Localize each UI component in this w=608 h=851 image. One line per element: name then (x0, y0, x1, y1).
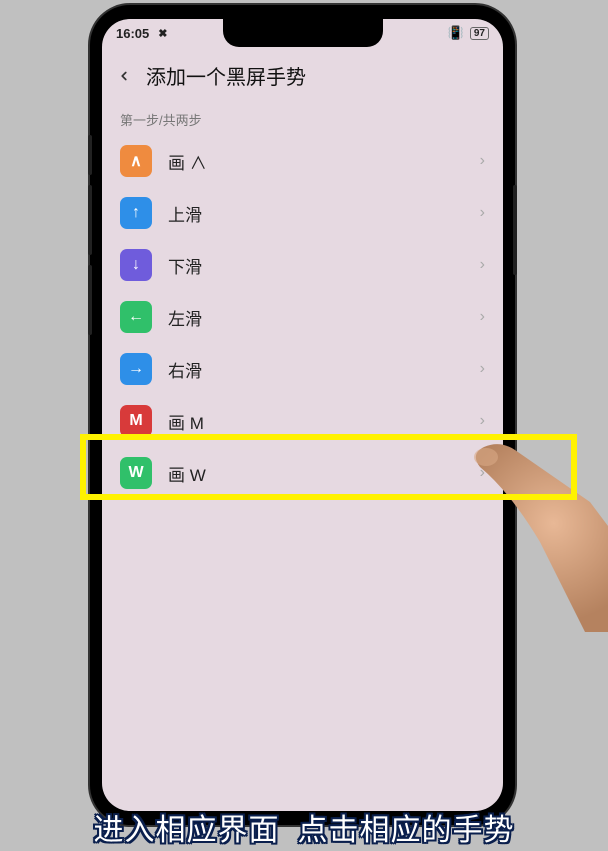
power-button (513, 185, 517, 275)
list-item-label: 下滑 (168, 253, 480, 278)
back-button[interactable] (114, 66, 134, 86)
list-item-label: 画 M (168, 409, 480, 434)
chevron-right-icon: › (480, 360, 485, 378)
header: 添加一个黑屏手势 (102, 47, 503, 102)
volume-button (88, 135, 92, 175)
list-item-swipe-right[interactable]: → 右滑 › (102, 343, 503, 395)
battery-indicator: 97 (470, 27, 489, 40)
chevron-right-icon: › (480, 412, 485, 430)
list-item-swipe-left[interactable]: ← 左滑 › (102, 291, 503, 343)
letter-m-icon: M (120, 405, 152, 437)
list-item-swipe-down[interactable]: ↓ 下滑 › (102, 239, 503, 291)
list-item-label: 画 W (168, 461, 480, 486)
arrow-left-icon: ← (120, 301, 152, 333)
vibrate-icon: 📳 (448, 25, 464, 41)
list-item-draw-w[interactable]: W 画 W › (102, 447, 503, 499)
page-title: 添加一个黑屏手势 (146, 61, 306, 90)
list-item-label: 右滑 (168, 357, 480, 382)
arrow-right-icon: → (120, 353, 152, 385)
arrow-up-icon: ↑ (120, 197, 152, 229)
gesture-list: ∧ 画 ∧ › ↑ 上滑 › ↓ 下滑 › ← 左滑 › → 右滑 (102, 135, 503, 499)
list-item-label: 画 ∧ (168, 149, 480, 174)
list-item-swipe-up[interactable]: ↑ 上滑 › (102, 187, 503, 239)
caret-icon: ∧ (120, 145, 152, 177)
status-time: 16:05 (116, 26, 149, 41)
subtitle-text: 点击相应的手势 (298, 805, 515, 849)
chevron-right-icon: › (480, 152, 485, 170)
subtitle-text: 进入相应界面 (94, 805, 280, 849)
video-subtitle: 进入相应界面 点击相应的手势 (0, 803, 608, 851)
volume-button (88, 265, 92, 335)
phone-frame: 16:05 ✖ 📳 97 添加一个黑屏手势 第一步/共两步 ∧ 画 ∧ › ↑ (90, 5, 515, 825)
chevron-right-icon: › (480, 256, 485, 274)
volume-button (88, 185, 92, 255)
letter-w-icon: W (120, 457, 152, 489)
status-indicator-icon: ✖ (155, 27, 170, 40)
screen: 16:05 ✖ 📳 97 添加一个黑屏手势 第一步/共两步 ∧ 画 ∧ › ↑ (102, 19, 503, 811)
chevron-right-icon: › (480, 204, 485, 222)
arrow-down-icon: ↓ (120, 249, 152, 281)
step-hint: 第一步/共两步 (102, 102, 503, 135)
list-item-label: 左滑 (168, 305, 480, 330)
list-item-draw-m[interactable]: M 画 M › (102, 395, 503, 447)
list-item-label: 上滑 (168, 201, 480, 226)
chevron-right-icon: › (480, 464, 485, 482)
notch (223, 19, 383, 47)
list-item-draw-caret[interactable]: ∧ 画 ∧ › (102, 135, 503, 187)
chevron-right-icon: › (480, 308, 485, 326)
